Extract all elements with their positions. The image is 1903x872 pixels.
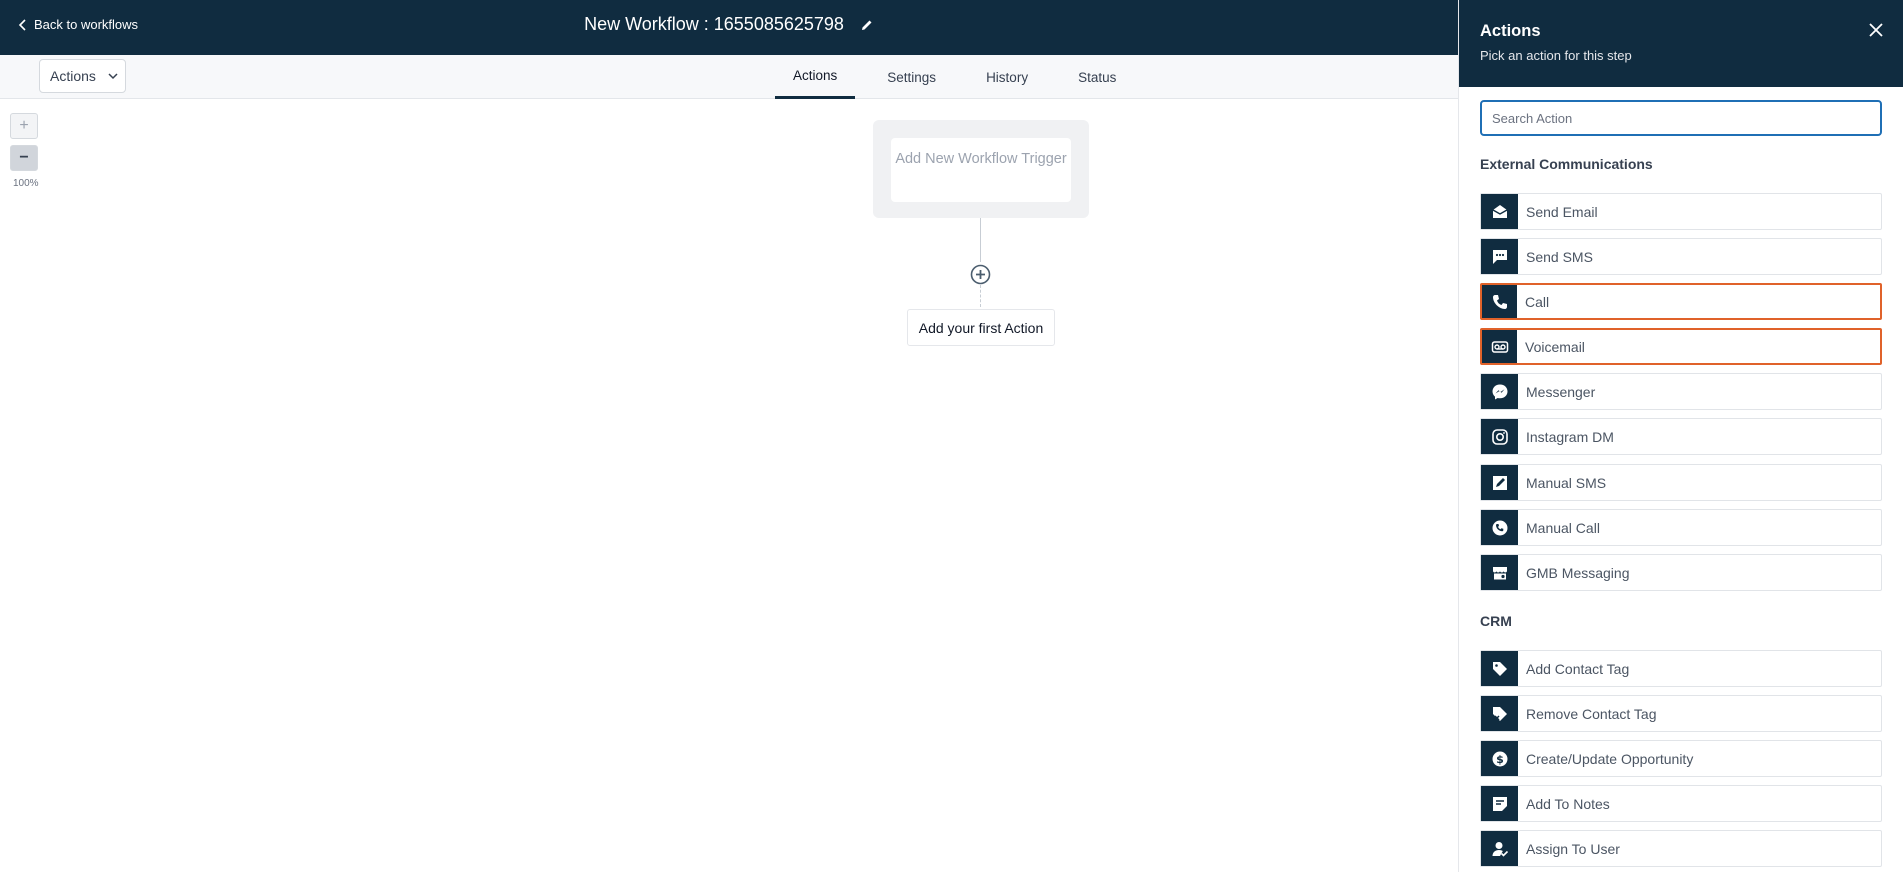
action-label: Add To Notes: [1526, 795, 1610, 812]
action-assign-to-user[interactable]: Assign To User: [1480, 830, 1882, 867]
action-remove-contact-tag[interactable]: Remove Contact Tag: [1480, 695, 1882, 732]
action-label: Add Contact Tag: [1526, 660, 1630, 677]
top-header: Back to workflows New Workflow : 1655085…: [0, 0, 1458, 55]
zoom-in-button[interactable]: +: [10, 113, 38, 139]
action-manual-sms[interactable]: Manual SMS: [1480, 464, 1882, 501]
connector-dashed-line: [980, 285, 981, 307]
zoom-level: 100%: [13, 178, 39, 189]
action-add-to-notes[interactable]: Add To Notes: [1480, 785, 1882, 822]
section-title-external-communications: External Communications: [1480, 156, 1653, 172]
close-icon[interactable]: [1866, 20, 1886, 40]
action-call[interactable]: Call: [1480, 283, 1882, 320]
panel-title: Actions: [1480, 22, 1541, 40]
panel-subtitle: Pick an action for this step: [1480, 48, 1632, 63]
sms-icon: [1481, 239, 1518, 274]
action-manual-call[interactable]: Manual Call: [1480, 509, 1882, 546]
action-label: Assign To User: [1526, 840, 1620, 857]
dollar-icon: $: [1481, 741, 1518, 776]
action-label: Manual Call: [1526, 519, 1600, 536]
action-send-sms[interactable]: Send SMS: [1480, 238, 1882, 275]
add-trigger-card[interactable]: Add New Workflow Trigger: [891, 138, 1071, 202]
gmb-icon: [1481, 555, 1518, 590]
action-label: Voicemail: [1525, 338, 1585, 355]
tab-actions[interactable]: Actions: [775, 55, 856, 99]
search-action-input[interactable]: [1480, 100, 1882, 136]
tag-icon: [1481, 651, 1518, 686]
connector-line: [980, 218, 981, 262]
action-label: Create/Update Opportunity: [1526, 750, 1694, 767]
notes-icon: [1481, 786, 1518, 821]
assign-user-icon: [1481, 831, 1518, 866]
action-label: Remove Contact Tag: [1526, 705, 1657, 722]
email-icon: [1481, 194, 1518, 229]
messenger-icon: [1481, 374, 1518, 409]
action-add-contact-tag[interactable]: Add Contact Tag: [1480, 650, 1882, 687]
trigger-container: Add New Workflow Trigger: [873, 120, 1089, 218]
action-voicemail[interactable]: Voicemail: [1480, 328, 1882, 365]
action-label: Send SMS: [1526, 248, 1593, 265]
remove-tag-icon: [1481, 696, 1518, 731]
action-create-update-opportunity[interactable]: $ Create/Update Opportunity: [1480, 740, 1882, 777]
add-first-action-button[interactable]: Add your first Action: [907, 309, 1055, 346]
tab-settings[interactable]: Settings: [869, 55, 954, 99]
pencil-icon[interactable]: [860, 18, 874, 32]
actions-dropdown[interactable]: Actions: [39, 59, 126, 93]
action-gmb-messaging[interactable]: GMB Messaging: [1480, 554, 1882, 591]
action-messenger[interactable]: Messenger: [1480, 373, 1882, 410]
action-label: Call: [1525, 293, 1550, 310]
section-title-crm: CRM: [1480, 613, 1512, 629]
action-label: Manual SMS: [1526, 474, 1607, 491]
add-step-plus-icon[interactable]: [970, 264, 991, 285]
workflow-toolbar: Actions Actions Settings History Status: [0, 55, 1458, 99]
action-label: Messenger: [1526, 383, 1596, 400]
action-label: Send Email: [1526, 203, 1598, 220]
tab-status[interactable]: Status: [1060, 55, 1134, 99]
zoom-out-button[interactable]: −: [10, 145, 38, 171]
panel-header: Actions Pick an action for this step: [1459, 0, 1903, 87]
workflow-title: New Workflow : 1655085625798: [584, 14, 844, 34]
actions-dropdown-label: Actions: [50, 68, 96, 84]
action-label: Instagram DM: [1526, 428, 1614, 445]
voicemail-icon: [1482, 330, 1517, 363]
instagram-icon: [1481, 419, 1518, 454]
manual-sms-icon: [1481, 465, 1518, 500]
actions-panel: Actions Pick an action for this step Ext…: [1458, 0, 1903, 872]
manual-call-icon: [1481, 510, 1518, 545]
chevron-down-icon: [108, 73, 118, 80]
svg-text:$: $: [1496, 752, 1504, 765]
phone-icon: [1482, 285, 1517, 318]
title-wrap: New Workflow : 1655085625798: [0, 14, 1458, 35]
tab-history[interactable]: History: [968, 55, 1046, 99]
workflow-tabs: Actions Settings History Status: [775, 55, 1148, 99]
action-label: GMB Messaging: [1526, 564, 1630, 581]
action-instagram-dm[interactable]: Instagram DM: [1480, 418, 1882, 455]
action-send-email[interactable]: Send Email: [1480, 193, 1882, 230]
